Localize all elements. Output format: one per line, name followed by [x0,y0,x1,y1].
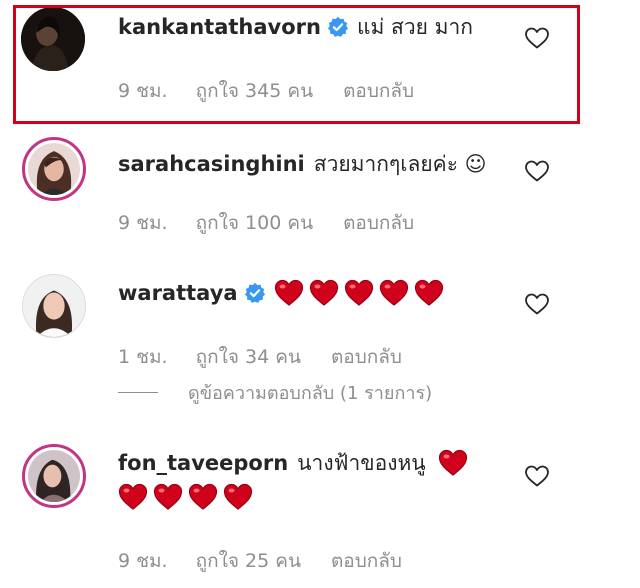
avatar[interactable] [22,274,86,338]
comment-meta: 9 ชม. ถูกใจ 100 คน ตอบกลับ [118,208,414,238]
view-replies-button[interactable]: ดูข้อความตอบกลับ (1 รายการ) [118,378,432,407]
comment-line: warattaya [118,278,449,308]
heart-emoji-group [438,449,473,477]
reply-button[interactable]: ตอบกลับ [331,546,402,576]
avatar-photo [28,450,80,502]
comment-text: แม่ สวย มาก [356,15,473,39]
red-heart-emoji [438,449,473,477]
avatar[interactable] [21,7,85,71]
heart-emoji-group [274,279,449,307]
like-heart-outline-icon[interactable] [524,292,550,316]
username-link[interactable]: fon_taveeporn [118,448,288,478]
reply-button[interactable]: ตอบกลับ [343,76,414,106]
comment-line: fon_taveeporn นางฟ้าของหนู [118,448,473,478]
username-link[interactable]: sarahcasinghini [118,149,305,179]
comment-item: kankantathavorn แม่ สวย มาก 9 ชม. ถูกใจ … [0,0,640,125]
heart-emoji-group [118,483,258,511]
red-heart-emoji [223,483,258,511]
avatar-photo [21,7,85,71]
verified-badge-icon [327,16,349,38]
divider-line [118,392,158,393]
verified-badge-icon [244,282,266,304]
likes-count[interactable]: ถูกใจ 100 คน [196,208,313,238]
comment-line: kankantathavorn แม่ สวย มาก [118,12,473,42]
comment-time[interactable]: 9 ชม. [118,546,168,576]
avatar[interactable] [22,137,86,201]
like-heart-outline-icon[interactable] [524,26,550,50]
red-heart-emoji [309,279,344,307]
comment-line: sarahcasinghini สวยมากๆเลยค่ะ ☺ [118,149,487,179]
comment-item: sarahcasinghini สวยมากๆเลยค่ะ ☺ 9 ชม. ถู… [0,125,640,250]
reply-button[interactable]: ตอบกลับ [343,208,414,238]
like-heart-outline-icon[interactable] [524,464,550,488]
comment-text: สวยมากๆเลยค่ะ ☺ [313,152,487,176]
red-heart-emoji [274,279,309,307]
red-heart-emoji [118,483,153,511]
comment-meta: 1 ชม. ถูกใจ 34 คน ตอบกลับ [118,342,402,372]
red-heart-emoji [188,483,223,511]
red-heart-emoji [344,279,379,307]
red-heart-emoji [153,483,188,511]
username-link[interactable]: warattaya [118,278,238,308]
reply-button[interactable]: ตอบกลับ [331,342,402,372]
comment-line-wrap [118,483,258,511]
likes-count[interactable]: ถูกใจ 345 คน [196,76,313,106]
likes-count[interactable]: ถูกใจ 25 คน [196,546,301,576]
comment-time[interactable]: 9 ชม. [118,208,168,238]
like-heart-outline-icon[interactable] [524,159,550,183]
avatar-photo [28,143,80,195]
red-heart-emoji [414,279,449,307]
comment-meta: 9 ชม. ถูกใจ 25 คน ตอบกลับ [118,546,402,576]
view-replies-label: ดูข้อความตอบกลับ (1 รายการ) [188,383,433,404]
username-link[interactable]: kankantathavorn [118,12,321,42]
comment-time[interactable]: 1 ชม. [118,342,168,372]
comment-text: นางฟ้าของหนู [297,451,426,475]
avatar[interactable] [22,444,86,508]
comment-item: fon_taveeporn นางฟ้าของหนู 9 ชม. ถูกใจ 2… [0,420,640,588]
comment-time[interactable]: 9 ชม. [118,76,168,106]
avatar-photo [23,275,85,337]
red-heart-emoji [379,279,414,307]
comment-meta: 9 ชม. ถูกใจ 345 คน ตอบกลับ [118,76,414,106]
likes-count[interactable]: ถูกใจ 34 คน [196,342,301,372]
